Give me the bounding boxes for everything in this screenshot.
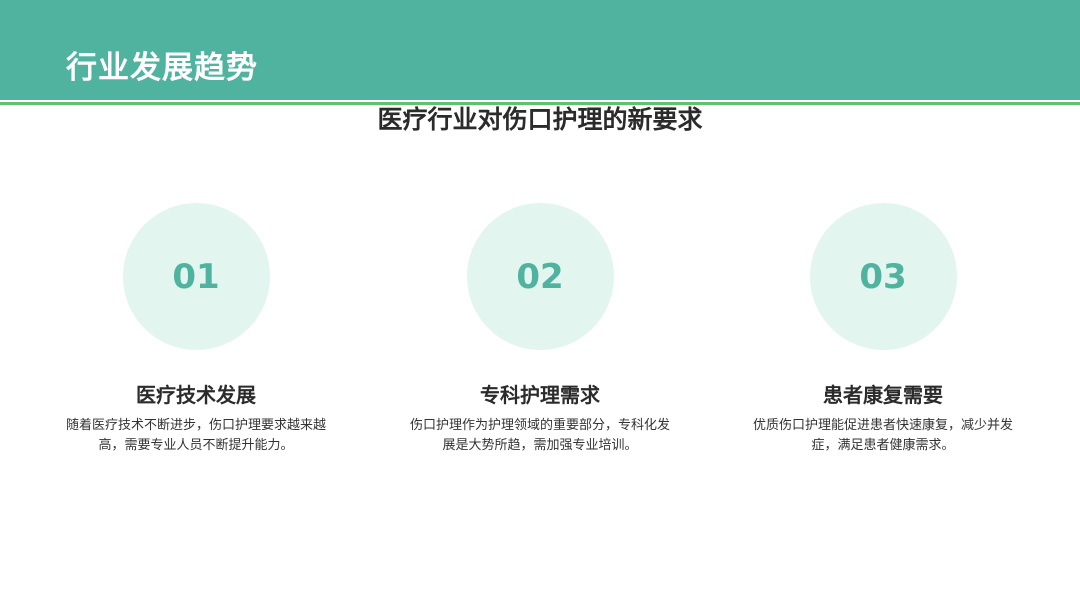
- page-title: 行业发展趋势: [66, 50, 258, 86]
- number-circle: 01: [122, 203, 270, 350]
- number-circle: 02: [466, 203, 614, 350]
- trend-card-1: 01 医疗技术发展 随着医疗技术不断进步，伤口护理要求越来越高，需要专业人员不断…: [46, 203, 346, 456]
- card-heading: 医疗技术发展: [136, 383, 256, 407]
- trend-card-3: 03 患者康复需要 优质伤口护理能促进患者快速康复，减少并发症，满足患者健康需求…: [733, 203, 1033, 456]
- card-description: 伤口护理作为护理领域的重要部分，专科化发展是大势所趋，需加强专业培训。: [409, 418, 670, 453]
- card-heading: 患者康复需要: [823, 383, 943, 407]
- card-number: 02: [516, 256, 564, 297]
- card-number: 01: [172, 256, 220, 297]
- card-heading: 专科护理需求: [480, 383, 600, 407]
- number-circle: 03: [809, 203, 957, 350]
- card-description: 随着医疗技术不断进步，伤口护理要求越来越高，需要专业人员不断提升能力。: [65, 418, 326, 453]
- trend-card-2: 02 专科护理需求 伤口护理作为护理领域的重要部分，专科化发展是大势所趋，需加强…: [390, 203, 690, 456]
- card-description: 优质伤口护理能促进患者快速康复，减少并发症，满足患者健康需求。: [752, 418, 1013, 453]
- section-title: 医疗行业对伤口护理的新要求: [377, 105, 703, 134]
- slide: 行业发展趋势 医疗行业对伤口护理的新要求 01 医疗技术发展 随着医疗技术不断进…: [0, 0, 1080, 608]
- card-number: 03: [859, 256, 907, 297]
